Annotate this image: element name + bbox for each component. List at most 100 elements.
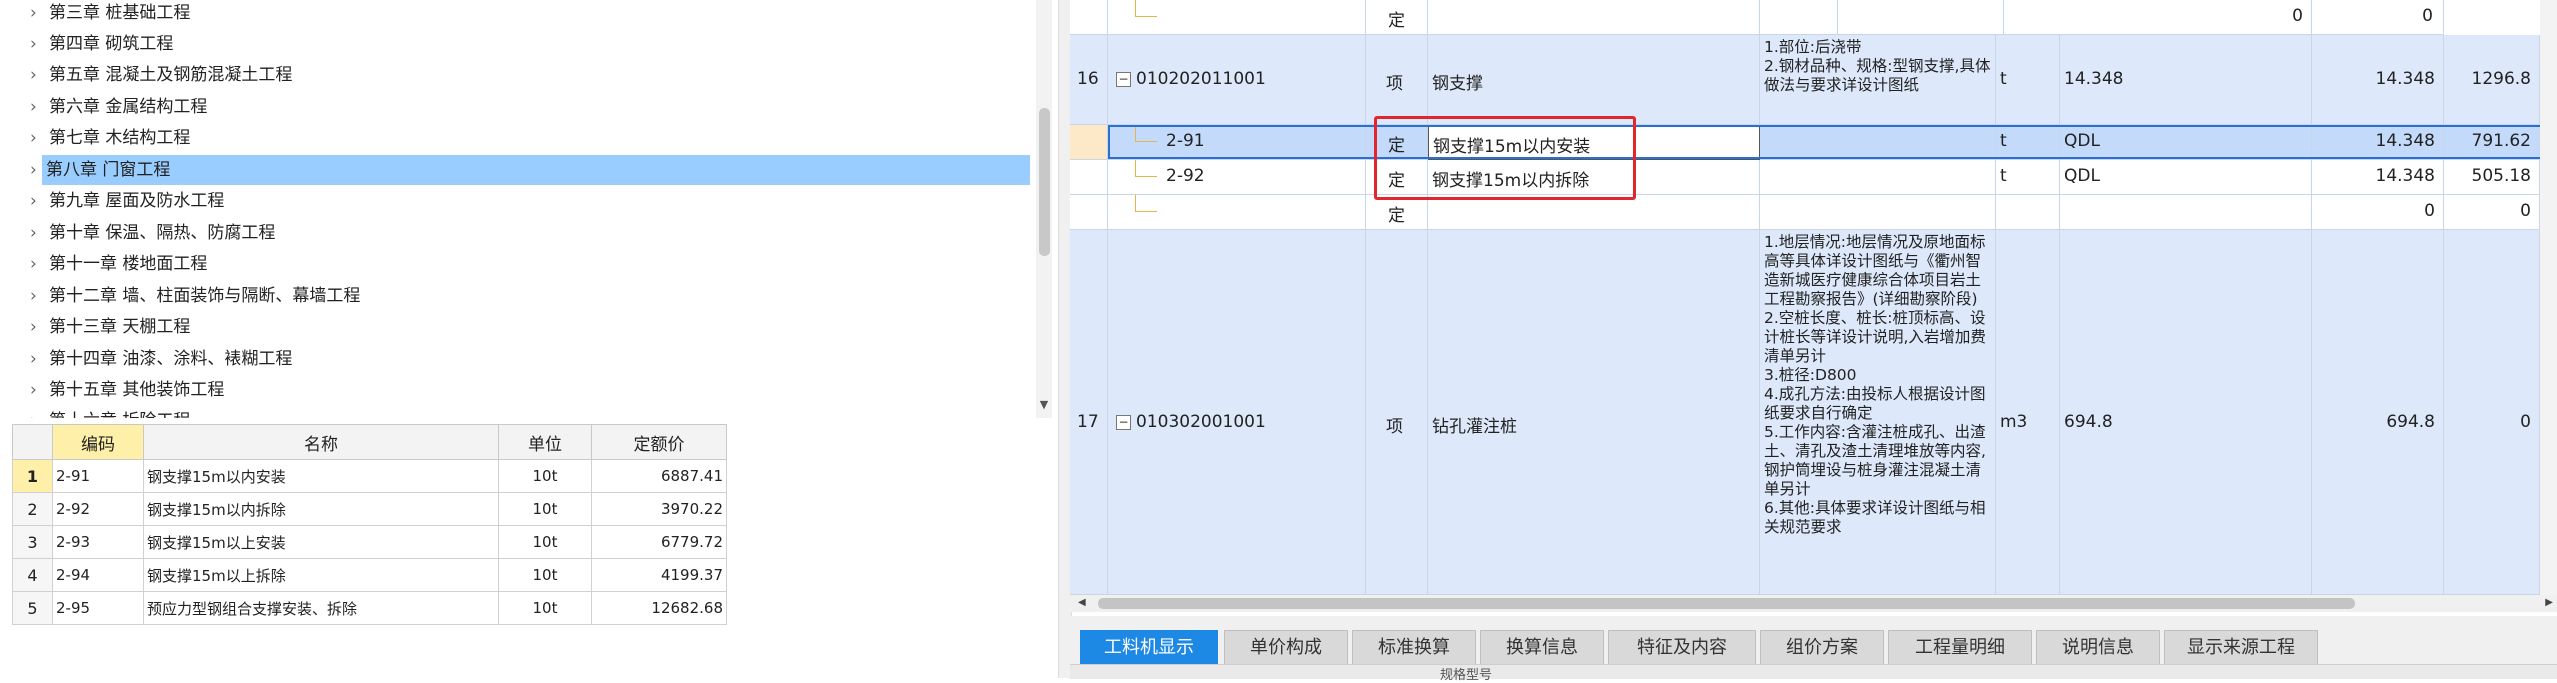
- tree-item-ch5[interactable]: › 第五章 混凝土及钢筋混凝土工程: [0, 60, 1040, 91]
- table-row[interactable]: 2 2-92 钢支撑15m以内拆除 10t 3970.22: [12, 492, 727, 526]
- chevron-right-icon[interactable]: ›: [30, 375, 44, 406]
- tree-item-ch7[interactable]: › 第七章 木结构工程: [0, 123, 1040, 154]
- tree-item-ch8[interactable]: › 第八章 门窗工程: [0, 155, 1040, 186]
- type-cell[interactable]: 项: [1366, 35, 1428, 125]
- scroll-down-arrow-icon[interactable]: ▼: [1037, 398, 1051, 411]
- price-cell[interactable]: 505.18: [2444, 160, 2540, 195]
- chevron-right-icon[interactable]: ›: [30, 60, 44, 91]
- chevron-right-icon[interactable]: ›: [30, 186, 44, 217]
- tab-quantity-detail[interactable]: 工程量明细: [1888, 630, 2032, 664]
- table-row[interactable]: 3 2-93 钢支撑15m以上安装 10t 6779.72: [12, 525, 727, 559]
- tab-conversion-info[interactable]: 换算信息: [1480, 630, 1604, 664]
- price-cell[interactable]: 0: [2444, 195, 2540, 230]
- name-cell[interactable]: [1428, 195, 1760, 230]
- chevron-right-icon[interactable]: ›: [30, 312, 44, 343]
- grid-cell[interactable]: 0: [2004, 0, 2312, 35]
- price-cell[interactable]: 4199.37: [591, 558, 727, 592]
- price-cell[interactable]: 3970.22: [591, 492, 727, 526]
- chevron-right-icon[interactable]: ›: [30, 92, 44, 123]
- column-header-unit[interactable]: 单位: [498, 424, 592, 460]
- code-cell[interactable]: [1108, 195, 1366, 230]
- grid-cell[interactable]: [1428, 0, 1760, 35]
- type-cell[interactable]: 项: [1366, 230, 1428, 595]
- name-cell[interactable]: 钢支撑15m以内安装: [143, 459, 499, 493]
- tab-standard-conversion[interactable]: 标准换算: [1352, 630, 1476, 664]
- tab-pricing-plan[interactable]: 组价方案: [1760, 630, 1884, 664]
- tree-item-ch12[interactable]: › 第十二章 墙、柱面装饰与隔断、幕墙工程: [0, 281, 1040, 312]
- grid-cell[interactable]: 0: [2312, 0, 2444, 35]
- grid-horizontal-scrollbar-thumb[interactable]: [1098, 598, 2355, 609]
- type-cell[interactable]: 定: [1366, 195, 1428, 230]
- tab-unit-price[interactable]: 单价构成: [1224, 630, 1348, 664]
- code-cell[interactable]: 2-93: [52, 525, 144, 559]
- name-cell[interactable]: 预应力型钢组合支撑安装、拆除: [143, 591, 499, 625]
- scroll-left-arrow-icon[interactable]: ◀: [1078, 597, 1086, 608]
- name-cell[interactable]: 钢支撑15m以内拆除: [143, 492, 499, 526]
- description-cell[interactable]: [1760, 160, 1996, 195]
- description-cell[interactable]: 1.地层情况:地层情况及原地面标高等具体详设计图纸与《衢州智造新城医疗健康综合体…: [1760, 230, 1996, 595]
- tree-item-ch3[interactable]: › 第三章 桩基础工程: [0, 0, 1040, 29]
- tree-item-ch4[interactable]: › 第四章 砌筑工程: [0, 29, 1040, 60]
- unit-cell[interactable]: m3: [1996, 230, 2060, 595]
- table-row[interactable]: 5 2-95 预应力型钢组合支撑安装、拆除 10t 12682.68: [12, 591, 727, 625]
- unit-cell[interactable]: 10t: [498, 591, 592, 625]
- tree-item-ch9[interactable]: › 第九章 屋面及防水工程: [0, 186, 1040, 217]
- unit-cell[interactable]: t: [1996, 35, 2060, 125]
- unit-cell[interactable]: [1996, 195, 2060, 230]
- tree-item-ch11[interactable]: › 第十一章 楼地面工程: [0, 249, 1040, 280]
- price-cell[interactable]: 0: [2444, 230, 2540, 595]
- unit-cell[interactable]: 10t: [498, 492, 592, 526]
- column-header-code[interactable]: 编码: [52, 424, 144, 460]
- price-cell[interactable]: 1296.8: [2444, 35, 2540, 125]
- grid-cell[interactable]: [1108, 0, 1366, 35]
- chevron-right-icon[interactable]: ›: [30, 218, 44, 249]
- chevron-right-icon[interactable]: ›: [30, 249, 44, 280]
- code-cell[interactable]: − 010302001001: [1108, 230, 1366, 595]
- qty-cell[interactable]: 14.348: [2312, 160, 2444, 195]
- unit-cell[interactable]: 10t: [498, 525, 592, 559]
- table-row[interactable]: 4 2-94 钢支撑15m以上拆除 10t 4199.37: [12, 558, 727, 592]
- tree-item-ch15[interactable]: › 第十五章 其他装饰工程: [0, 375, 1040, 406]
- name-cell[interactable]: 钢支撑15m以上拆除: [143, 558, 499, 592]
- chevron-right-icon[interactable]: ›: [30, 0, 44, 29]
- grid-cell[interactable]: [1760, 0, 1838, 35]
- name-cell[interactable]: 钢支撑15m以上安装: [143, 525, 499, 559]
- qty-expr-cell[interactable]: QDL: [2060, 160, 2312, 195]
- code-cell[interactable]: 2-91: [52, 459, 144, 493]
- tree-item-ch13[interactable]: › 第十三章 天棚工程: [0, 312, 1040, 343]
- price-cell[interactable]: 6887.41: [591, 459, 727, 493]
- name-cell[interactable]: 钻孔灌注桩: [1428, 230, 1760, 595]
- qty-cell[interactable]: 694.8: [2312, 230, 2444, 595]
- code-cell[interactable]: 2-94: [52, 558, 144, 592]
- chevron-right-icon[interactable]: ›: [30, 281, 44, 312]
- code-cell[interactable]: 2-95: [52, 591, 144, 625]
- description-cell[interactable]: [1760, 195, 1996, 230]
- description-cell[interactable]: 1.部位:后浇带 2.钢材品种、规格:型钢支撑,具体做法与要求详设计图纸: [1760, 35, 1996, 125]
- code-cell[interactable]: 2-92: [52, 492, 144, 526]
- chevron-right-icon[interactable]: ›: [30, 123, 44, 154]
- code-cell[interactable]: − 010202011001: [1108, 35, 1366, 125]
- qty-expr-cell[interactable]: [2060, 195, 2312, 230]
- scroll-right-arrow-icon[interactable]: ▶: [2545, 597, 2553, 608]
- qty-cell[interactable]: 0: [2312, 195, 2444, 230]
- qty-cell[interactable]: 14.348: [2312, 35, 2444, 125]
- column-header-price[interactable]: 定额价: [591, 424, 727, 460]
- tree-item-ch14[interactable]: › 第十四章 油漆、涂料、裱糊工程: [0, 344, 1040, 375]
- unit-cell[interactable]: t: [1996, 160, 2060, 195]
- collapse-icon[interactable]: −: [1116, 72, 1131, 87]
- chevron-right-icon[interactable]: ›: [30, 344, 44, 375]
- price-cell[interactable]: 6779.72: [591, 525, 727, 559]
- code-cell[interactable]: 2-92: [1108, 160, 1366, 195]
- tree-item-ch16[interactable]: › 第十六章 拆除工程: [0, 406, 1040, 418]
- tree-item-ch10[interactable]: › 第十章 保温、隔热、防腐工程: [0, 218, 1040, 249]
- grid-cell[interactable]: [1838, 0, 2004, 35]
- chevron-right-icon[interactable]: ›: [30, 406, 44, 418]
- tree-scrollbar-thumb[interactable]: [1039, 108, 1050, 256]
- name-cell[interactable]: 钢支撑: [1428, 35, 1760, 125]
- qty-expr-cell[interactable]: 14.348: [2060, 35, 2312, 125]
- column-header-name[interactable]: 名称: [143, 424, 499, 460]
- tree-item-ch6[interactable]: › 第六章 金属结构工程: [0, 92, 1040, 123]
- tab-features[interactable]: 特征及内容: [1608, 630, 1756, 664]
- tab-material-display[interactable]: 工料机显示: [1080, 630, 1218, 664]
- grid-vertical-scrollbar[interactable]: [2540, 0, 2557, 595]
